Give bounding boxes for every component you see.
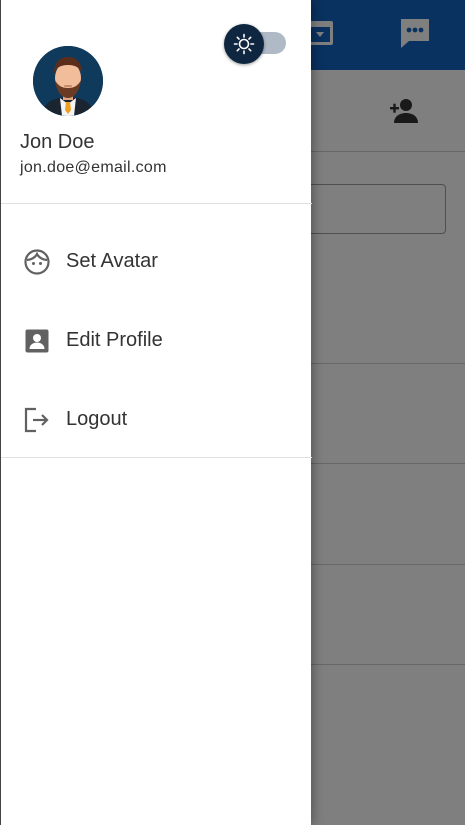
drawer-header: Jon Doe jon.doe@email.com	[1, 0, 312, 204]
avatar-image	[33, 46, 103, 116]
menu-item-set-avatar[interactable]: Set Avatar	[1, 222, 312, 301]
menu-item-label: Edit Profile	[66, 329, 163, 351]
face-icon	[23, 248, 51, 276]
drawer-menu: Set Avatar Edit Profile Logout	[1, 222, 312, 459]
sun-icon	[233, 33, 255, 55]
menu-item-edit-profile[interactable]: Edit Profile	[1, 301, 312, 380]
theme-toggle[interactable]	[224, 24, 286, 64]
user-name: Jon Doe	[20, 131, 95, 153]
menu-divider	[1, 457, 312, 458]
toggle-thumb[interactable]	[224, 24, 264, 64]
account-box-icon	[23, 327, 51, 355]
navigation-drawer: Jon Doe jon.doe@email.com Set Avatar Edi…	[0, 0, 312, 825]
avatar	[33, 46, 103, 116]
menu-item-label: Set Avatar	[66, 250, 158, 272]
menu-item-logout[interactable]: Logout	[1, 380, 312, 459]
menu-item-label: Logout	[66, 408, 128, 430]
logout-icon	[23, 406, 51, 434]
user-email: jon.doe@email.com	[20, 159, 167, 176]
